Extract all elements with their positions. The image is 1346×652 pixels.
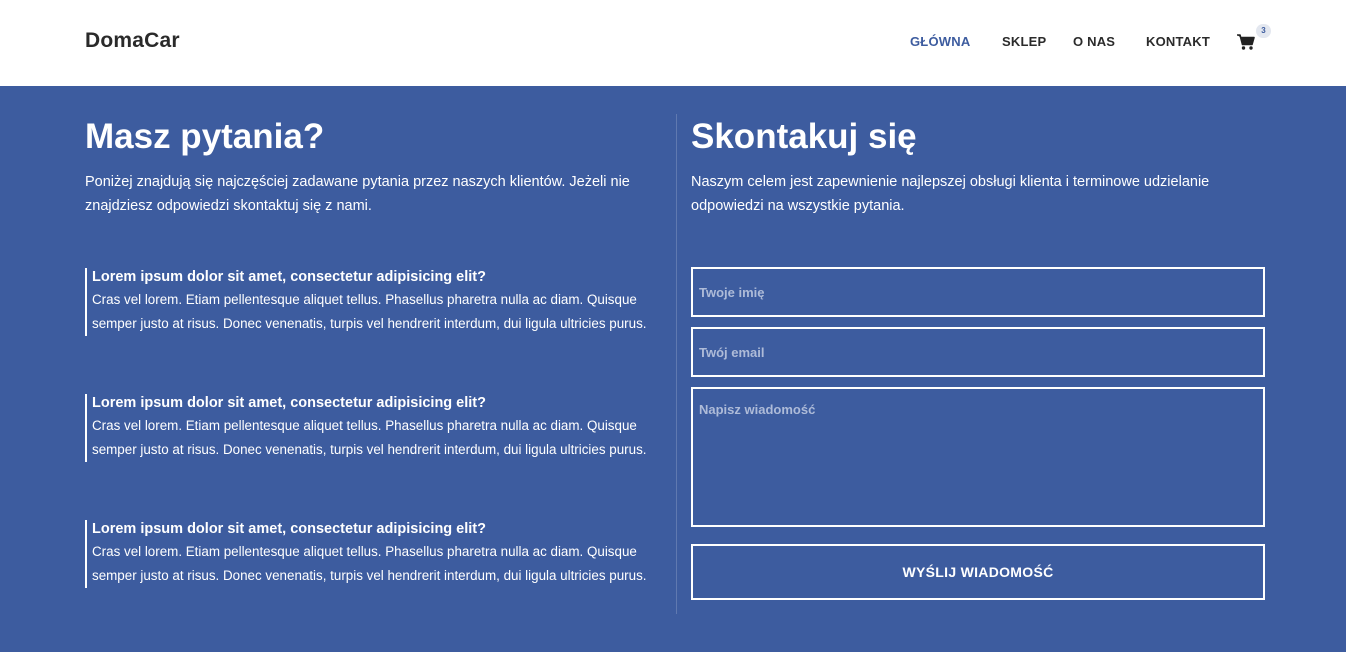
faq-intro: Poniżej znajdują się najczęściej zadawan… <box>85 174 630 214</box>
send-message-button[interactable]: WYŚLIJ WIADOMOŚĆ <box>691 544 1265 600</box>
nav-link-shop[interactable]: SKLEP <box>1002 33 1046 51</box>
nav-link-contact[interactable]: KONTAKT <box>1146 33 1210 51</box>
message-textarea[interactable] <box>691 387 1265 527</box>
cart-button[interactable] <box>1236 33 1258 53</box>
faq-title: Masz pytania? <box>85 117 325 156</box>
nav-link-home[interactable]: GŁÓWNA <box>910 33 970 51</box>
faq-answer: Cras vel lorem. Etiam pellentesque aliqu… <box>92 292 647 331</box>
cart-count-badge: 3 <box>1256 24 1271 38</box>
faq-answer: Cras vel lorem. Etiam pellentesque aliqu… <box>92 544 647 583</box>
faq-question: Lorem ipsum dolor sit amet, consectetur … <box>92 521 486 537</box>
name-input[interactable] <box>691 267 1265 317</box>
cart-icon <box>1237 34 1255 50</box>
contact-title: Skontakuj się <box>691 117 917 156</box>
email-input[interactable] <box>691 327 1265 377</box>
faq-question: Lorem ipsum dolor sit amet, consectetur … <box>92 395 486 411</box>
site-header: DomaCar GŁÓWNA SKLEP O NAS KONTAKT 3 <box>0 0 1346 86</box>
faq-answer: Cras vel lorem. Etiam pellentesque aliqu… <box>92 418 647 457</box>
site-logo[interactable]: DomaCar <box>85 29 180 53</box>
faq-question: Lorem ipsum dolor sit amet, consectetur … <box>92 269 486 285</box>
faq-item: Lorem ipsum dolor sit amet, consectetur … <box>85 520 660 588</box>
faq-item: Lorem ipsum dolor sit amet, consectetur … <box>85 394 660 462</box>
contact-intro: Naszym celem jest zapewnienie najlepszej… <box>691 174 1210 214</box>
column-divider <box>676 114 677 614</box>
nav-link-about[interactable]: O NAS <box>1073 33 1115 51</box>
faq-item: Lorem ipsum dolor sit amet, consectetur … <box>85 268 660 336</box>
